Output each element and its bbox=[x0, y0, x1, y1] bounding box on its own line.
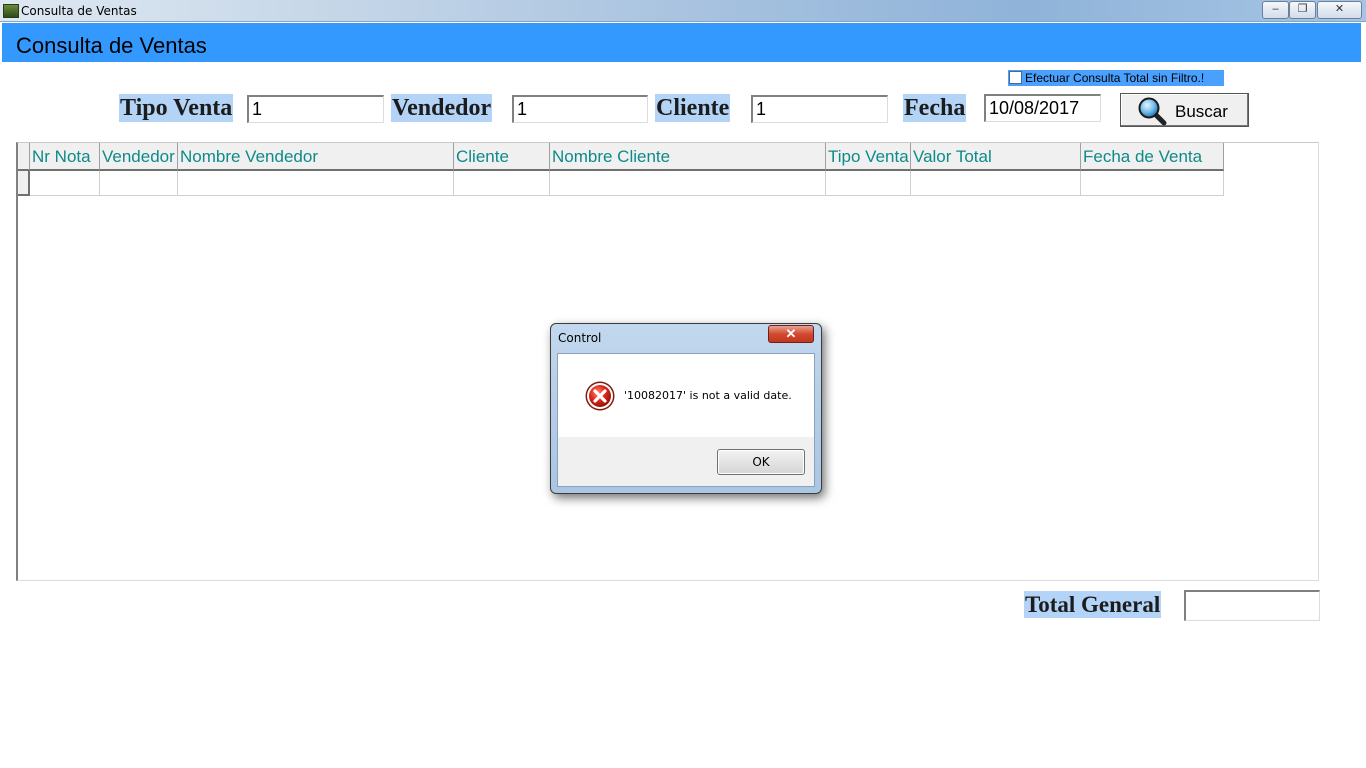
magnifier-icon bbox=[1138, 97, 1167, 126]
vendedor-input[interactable] bbox=[512, 95, 648, 123]
window-titlebar[interactable]: Consulta de Ventas – ❐ ✕ bbox=[0, 0, 1366, 22]
cliente-label: Cliente bbox=[655, 94, 731, 122]
search-button[interactable]: Buscar bbox=[1120, 93, 1249, 127]
filter-all-label: Efectuar Consulta Total sin Filtro.! bbox=[1025, 71, 1205, 85]
table-cell[interactable] bbox=[826, 171, 911, 196]
table-cell[interactable] bbox=[100, 171, 178, 196]
table-cell[interactable] bbox=[454, 171, 550, 196]
table-cell[interactable] bbox=[550, 171, 826, 196]
grid-corner bbox=[18, 143, 30, 171]
app-icon bbox=[3, 4, 19, 18]
fecha-label: Fecha bbox=[903, 94, 967, 122]
column-header-valor-total[interactable]: Valor Total bbox=[911, 143, 1081, 171]
dialog-message-area: '10082017' is not a valid date. bbox=[558, 354, 814, 437]
column-header-cliente[interactable]: Cliente bbox=[454, 143, 550, 171]
table-cell[interactable] bbox=[30, 171, 100, 196]
tipo-venta-input[interactable] bbox=[247, 95, 384, 123]
column-header-nombre-cliente[interactable]: Nombre Cliente bbox=[550, 143, 826, 171]
error-icon bbox=[585, 381, 615, 411]
total-general-input[interactable] bbox=[1184, 590, 1320, 621]
ok-button[interactable]: OK bbox=[717, 449, 805, 475]
tipo-venta-label: Tipo Venta bbox=[119, 94, 234, 122]
table-cell[interactable] bbox=[911, 171, 1081, 196]
window-close-button[interactable]: ✕ bbox=[1317, 1, 1362, 19]
search-button-label: Buscar bbox=[1175, 102, 1228, 121]
total-general-label: Total General bbox=[1024, 591, 1162, 618]
column-header-nr-nota[interactable]: Nr Nota bbox=[30, 143, 100, 171]
fecha-input[interactable] bbox=[984, 94, 1101, 122]
error-dialog[interactable]: Control ✕ '10082017' is not a valid date… bbox=[550, 323, 822, 494]
dialog-message: '10082017' is not a valid date. bbox=[624, 389, 792, 402]
maximize-button[interactable]: ❐ bbox=[1289, 1, 1316, 19]
form-header: Consulta de Ventas bbox=[2, 23, 1361, 62]
dialog-title: Control bbox=[558, 331, 602, 345]
cliente-input[interactable] bbox=[751, 95, 888, 123]
page-title: Consulta de Ventas bbox=[16, 33, 207, 58]
filter-all-checkbox[interactable]: Efectuar Consulta Total sin Filtro.! bbox=[1008, 70, 1224, 86]
row-indicator[interactable] bbox=[18, 171, 30, 196]
table-cell[interactable] bbox=[1081, 171, 1224, 196]
dialog-close-button[interactable]: ✕ bbox=[768, 325, 814, 343]
checkbox-box[interactable] bbox=[1009, 71, 1022, 84]
dialog-body: '10082017' is not a valid date. OK bbox=[557, 353, 815, 487]
minimize-button[interactable]: – bbox=[1262, 1, 1289, 19]
column-header-vendedor[interactable]: Vendedor bbox=[100, 143, 178, 171]
table-cell[interactable] bbox=[178, 171, 454, 196]
column-header-fecha-venta[interactable]: Fecha de Venta bbox=[1081, 143, 1224, 171]
column-header-nombre-vendedor[interactable]: Nombre Vendedor bbox=[178, 143, 454, 171]
window-title: Consulta de Ventas bbox=[21, 4, 137, 18]
vendedor-label: Vendedor bbox=[391, 94, 493, 122]
column-header-tipo-venta[interactable]: Tipo Venta bbox=[826, 143, 911, 171]
